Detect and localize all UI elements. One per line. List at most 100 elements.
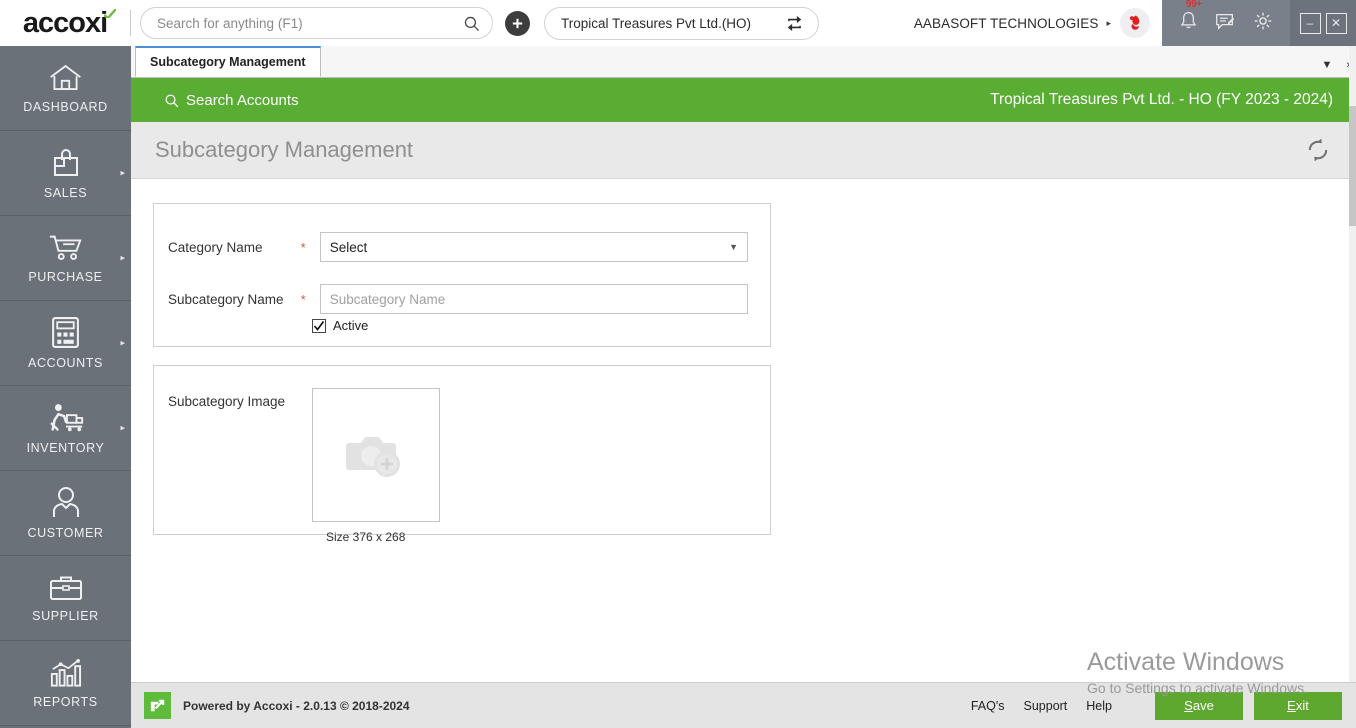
message-icon[interactable] xyxy=(1214,10,1236,32)
chevron-right-icon[interactable]: ▸ xyxy=(1106,18,1111,29)
tab-strip-controls: ▼ › xyxy=(1321,59,1350,71)
active-checkbox-row: Active xyxy=(312,318,748,333)
subcategory-details-panel: Category Name * Select ▼ Subcategory Nam… xyxy=(153,203,771,347)
subcategory-image-upload[interactable] xyxy=(312,388,440,522)
footer-links: FAQ's Support Help Save Exit xyxy=(971,691,1356,720)
search-input[interactable] xyxy=(157,15,463,31)
sidebar-item-customer[interactable]: CUSTOMER xyxy=(0,471,131,556)
close-button[interactable]: ✕ xyxy=(1325,12,1347,34)
chevron-right-icon: ▸ xyxy=(120,167,125,178)
logo-checkmark-icon xyxy=(104,9,116,18)
search-accounts-button[interactable]: Search Accounts xyxy=(164,92,299,109)
minimize-button[interactable]: – xyxy=(1299,12,1321,34)
tab-strip: Subcategory Management ▼ › xyxy=(131,46,1356,78)
sidebar-item-sales[interactable]: SALES ▸ xyxy=(0,131,131,216)
settings-button[interactable] xyxy=(1252,10,1274,37)
subcategory-name-row: Subcategory Name * xyxy=(168,284,748,314)
sidebar-item-inventory[interactable]: INVENTORY ▸ xyxy=(0,386,131,471)
image-size-hint: Size 376 x 268 xyxy=(326,530,406,544)
switch-company-icon[interactable] xyxy=(785,14,804,33)
help-link[interactable]: Help xyxy=(1086,699,1112,713)
global-search[interactable] xyxy=(140,7,493,39)
plus-icon xyxy=(512,18,523,28)
messages-button[interactable] xyxy=(1214,10,1236,37)
tab-list-dropdown-icon[interactable]: ▼ xyxy=(1321,59,1332,71)
window-controls: – ✕ xyxy=(1290,0,1356,46)
check-icon xyxy=(313,320,325,331)
subcategory-name-input[interactable] xyxy=(319,284,748,314)
logo-divider xyxy=(130,10,131,36)
sidebar-item-label: SALES xyxy=(43,185,88,200)
home-icon xyxy=(50,64,81,90)
company-selector-value: Tropical Treasures Pvt Ltd.(HO) xyxy=(561,15,752,31)
person-icon xyxy=(52,487,79,517)
footer-bar: Powered by Accoxi - 2.0.13 © 2018-2024 F… xyxy=(131,682,1356,728)
category-name-value: Select xyxy=(329,239,368,255)
sidebar-item-dashboard[interactable]: DASHBOARD xyxy=(0,46,131,131)
notification-badge: 99+ xyxy=(1185,0,1202,10)
company-selector[interactable]: Tropical Treasures Pvt Ltd.(HO) xyxy=(544,6,819,40)
subcategory-image-label: Subcategory Image xyxy=(168,394,286,409)
sidebar-item-label: SUPPLIER xyxy=(32,608,99,623)
exit-button[interactable]: Exit xyxy=(1254,691,1342,720)
calculator-icon xyxy=(52,317,79,348)
top-bar: accoxi Tropical Treasures Pvt Ltd.(HO) xyxy=(0,0,1356,46)
sidebar-item-accounts[interactable]: ACCOUNTS ▸ xyxy=(0,301,131,386)
chevron-right-icon: ▸ xyxy=(120,337,125,348)
search-icon xyxy=(165,94,179,107)
bar-chart-icon xyxy=(50,658,82,687)
faqs-link[interactable]: FAQ's xyxy=(971,699,1005,713)
shopping-cart-icon xyxy=(49,235,82,260)
shopping-bag-icon xyxy=(53,148,78,176)
active-checkbox-label: Active xyxy=(333,318,369,333)
save-button[interactable]: Save xyxy=(1155,691,1243,720)
sidebar: DASHBOARD SALES ▸ PURCHASE ▸ ACCOUNTS ▸ … xyxy=(0,46,131,728)
search-icon[interactable] xyxy=(463,15,480,32)
chevron-right-icon: ▸ xyxy=(120,252,125,263)
subcategory-image-panel: Subcategory Image Size 376 x 268 xyxy=(153,365,771,544)
required-marker: * xyxy=(300,239,306,255)
sidebar-item-purchase[interactable]: PURCHASE ▸ xyxy=(0,216,131,301)
save-accel: S xyxy=(1184,698,1193,713)
chevron-down-icon[interactable]: ▼ xyxy=(729,242,738,252)
required-marker: * xyxy=(300,291,306,307)
notifications-button[interactable]: 99+ xyxy=(1178,0,1202,36)
sidebar-item-label: DASHBOARD xyxy=(23,99,108,114)
camera-add-icon xyxy=(346,437,400,477)
briefcase-icon xyxy=(49,576,82,600)
sidebar-item-label: REPORTS xyxy=(33,694,98,709)
tab-subcategory-management[interactable]: Subcategory Management xyxy=(135,46,321,77)
gear-icon[interactable] xyxy=(1252,10,1274,32)
save-label: ave xyxy=(1192,698,1214,713)
search-accounts-label: Search Accounts xyxy=(186,91,299,109)
page-header: Subcategory Management xyxy=(131,122,1356,178)
organization-area[interactable]: AABASOFT TECHNOLOGIES ▸ xyxy=(914,0,1154,46)
sidebar-item-label: PURCHASE xyxy=(28,269,103,284)
arrow-glyph-icon xyxy=(150,699,165,712)
avatar[interactable] xyxy=(1120,8,1150,38)
vertical-scrollbar-track[interactable] xyxy=(1349,46,1356,728)
main-area: Subcategory Management ▼ › Search Accoun… xyxy=(131,46,1356,728)
accoxi-arrow-icon xyxy=(144,692,171,719)
support-link[interactable]: Support xyxy=(1024,699,1068,713)
sidebar-item-reports[interactable]: REPORTS xyxy=(0,641,131,726)
logo-text: accoxi xyxy=(22,6,108,39)
category-name-row: Category Name * Select ▼ xyxy=(168,232,748,262)
organization-name: AABASOFT TECHNOLOGIES xyxy=(913,15,1099,31)
tab-label: Subcategory Management xyxy=(150,55,306,69)
sidebar-item-label: INVENTORY xyxy=(26,440,105,455)
company-fiscal-year: Tropical Treasures Pvt Ltd. - HO (FY 202… xyxy=(990,91,1333,108)
sidebar-item-supplier[interactable]: SUPPLIER xyxy=(0,556,131,641)
bell-icon[interactable] xyxy=(1178,10,1199,31)
application-window: accoxi Tropical Treasures Pvt Ltd.(HO) xyxy=(0,0,1356,728)
category-name-label: Category Name xyxy=(168,239,263,255)
category-name-select[interactable]: Select ▼ xyxy=(319,232,748,262)
add-new-button[interactable] xyxy=(505,10,530,36)
active-checkbox[interactable] xyxy=(312,318,326,333)
page-title: Subcategory Management xyxy=(155,137,414,162)
sidebar-item-label: CUSTOMER xyxy=(27,526,104,540)
refresh-icon[interactable] xyxy=(1304,136,1332,164)
vertical-scrollbar-thumb[interactable] xyxy=(1349,106,1356,226)
powered-by-text: Powered by Accoxi - 2.0.13 © 2018-2024 xyxy=(183,698,410,713)
exit-accel: E xyxy=(1287,698,1296,713)
